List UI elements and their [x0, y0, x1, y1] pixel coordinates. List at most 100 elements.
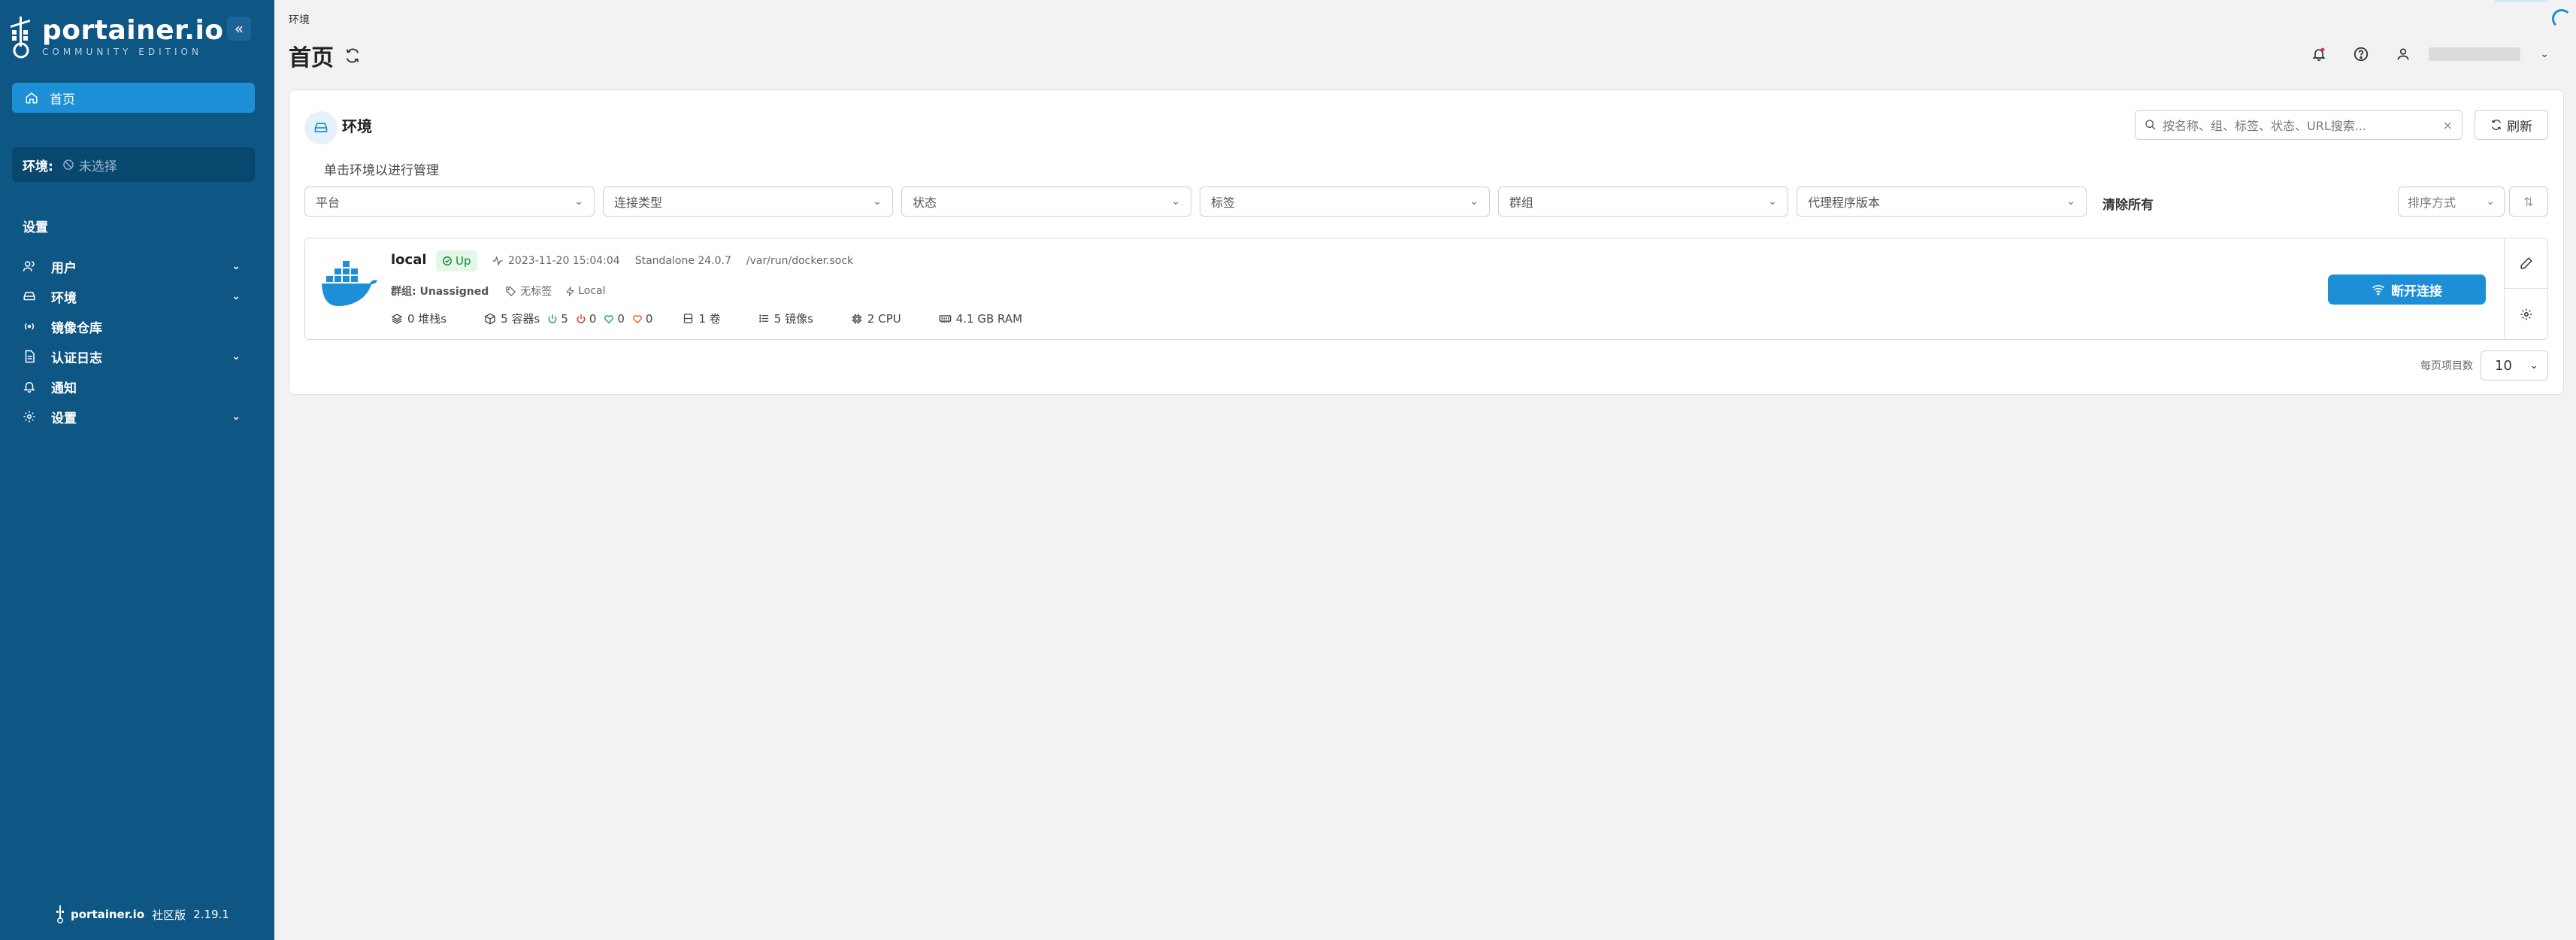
environment-group: 群组: Unassigned [391, 286, 489, 298]
sidebar-item-label: 用户 [51, 260, 77, 276]
sidebar-item-auth-logs[interactable]: 认证日志 ⌄ [21, 341, 251, 371]
edit-environment-button[interactable] [2505, 238, 2547, 289]
disconnect-button[interactable]: 断开连接 [2328, 274, 2486, 305]
help-button[interactable] [2344, 38, 2378, 71]
filter-label: 代理程序版本 [1808, 196, 1881, 210]
current-environment: 环境: 未选择 [12, 147, 255, 182]
environment-label: 环境: [23, 159, 53, 174]
environment-tags: 无标签 [520, 286, 552, 298]
sidebar-item-users[interactable]: 用户 ⌄ [21, 251, 251, 281]
per-page-label: 每页项目数 [2420, 360, 2473, 372]
refresh-icon [2492, 120, 2501, 130]
sidebar: portainer.io COMMUNITY EDITION « 首页 环境: … [0, 0, 274, 940]
environment-icon [23, 292, 35, 301]
footer-edition: 社区版 [152, 908, 186, 922]
status-badge: Up [436, 250, 477, 271]
panel-title: 环境 [342, 117, 372, 135]
username-placeholder[interactable] [2429, 47, 2521, 61]
sidebar-item-label: 通知 [51, 381, 77, 396]
chevron-down-icon[interactable]: ⌄ [2540, 48, 2549, 60]
volumes-count: 1 卷 [698, 312, 721, 326]
ram-stat: 4.1 GB RAM [939, 312, 1022, 326]
filter-status[interactable]: 状态 ⌄ [901, 186, 1191, 217]
filter-platform[interactable]: 平台 ⌄ [304, 186, 595, 217]
filter-tags[interactable]: 标签 ⌄ [1200, 186, 1490, 217]
sidebar-footer: portainer.io 社区版 2.19.1 [56, 905, 229, 923]
bell-icon [2312, 47, 2326, 62]
heartbeat-icon [492, 256, 503, 266]
sidebar-item-environments[interactable]: 环境 ⌄ [21, 281, 251, 311]
card-actions [2504, 238, 2547, 339]
check-circle-icon [443, 256, 452, 265]
power-off-icon [577, 314, 586, 323]
portainer-logo-icon [11, 17, 30, 59]
stacks-stat: 0 堆栈s [391, 311, 446, 326]
sort-direction-button[interactable]: ⇅ [2509, 186, 2548, 217]
sidebar-item-label: 首页 [50, 92, 75, 108]
chevron-down-icon: ⌄ [1470, 196, 1479, 208]
sort-by-select[interactable]: 排序方式 ⌄ [2398, 186, 2505, 217]
sidebar-item-notifications[interactable]: 通知 [21, 371, 251, 402]
environment-meta: 2023-11-20 15:04:04 Standalone 24.0.7 /v… [492, 255, 868, 267]
filter-label: 标签 [1211, 196, 1236, 210]
gear-icon [2520, 308, 2532, 320]
gear-icon [23, 411, 35, 423]
clear-search-icon[interactable]: × [2443, 118, 2453, 132]
disconnect-label: 断开连接 [2391, 284, 2442, 299]
environment-icon [314, 123, 328, 132]
sort-placeholder: 排序方式 [2408, 196, 2456, 210]
environment-settings-button[interactable] [2505, 289, 2547, 339]
refresh-button[interactable]: 刷新 [2475, 110, 2548, 140]
filter-agent-version[interactable]: 代理程序版本 ⌄ [1797, 186, 2087, 217]
environment-stats: 0 堆栈s 5 容器s 5 0 0 0 1 卷 5 镜像s 2 CPU 4.1 … [391, 311, 1060, 326]
user-menu-button[interactable] [2387, 38, 2420, 71]
environment-value: 未选择 [78, 159, 117, 174]
tag-icon [506, 286, 516, 296]
user-icon [2397, 48, 2409, 60]
filter-connection-type[interactable]: 连接类型 ⌄ [603, 186, 893, 217]
users-icon [23, 261, 35, 271]
loading-spinner-icon [2552, 9, 2571, 29]
logo-name: portainer.io [42, 15, 224, 46]
notifications-button[interactable] [2302, 38, 2335, 71]
refresh-icon[interactable] [344, 47, 361, 64]
stacks-count: 0 堆栈s [407, 312, 447, 326]
chevron-down-icon: ⌄ [2066, 196, 2075, 208]
chevron-down-icon[interactable]: ⌄ [232, 411, 241, 423]
refresh-label: 刷新 [2507, 119, 2532, 135]
help-icon [2354, 47, 2369, 62]
power-on-icon [548, 314, 557, 323]
sidebar-item-label: 镜像仓库 [51, 320, 102, 336]
heart-healthy-icon [604, 314, 614, 323]
home-icon [26, 92, 38, 104]
environment-url: /var/run/docker.sock [746, 255, 854, 267]
topbar-actions: ⌄ [2293, 38, 2549, 71]
collapse-sidebar-button[interactable]: « [227, 17, 251, 41]
database-icon [684, 314, 693, 323]
chevron-down-icon: ⌄ [574, 196, 583, 208]
chevron-down-icon[interactable]: ⌄ [232, 290, 241, 302]
stopped-count: 0 [589, 311, 597, 326]
per-page-value: 10 [2495, 357, 2512, 374]
sidebar-item-label: 设置 [51, 411, 77, 426]
filter-groups[interactable]: 群组 ⌄ [1498, 186, 1788, 217]
log-icon [25, 350, 35, 363]
sidebar-item-settings[interactable]: 设置 ⌄ [21, 402, 251, 432]
environment-type: Standalone 24.0.7 [634, 255, 731, 267]
registry-icon [24, 323, 35, 330]
stack-icon [391, 313, 403, 324]
search-input[interactable]: 按名称、组、标签、状态、URL搜索... × [2135, 110, 2462, 140]
footer-version: 2.19.1 [193, 908, 229, 921]
wifi-icon [2372, 285, 2384, 296]
sidebar-item-home[interactable]: 首页 [12, 83, 255, 113]
pagination: 每页项目数 10 ⌄ [2420, 350, 2548, 381]
portainer-logo[interactable]: portainer.io COMMUNITY EDITION [9, 15, 224, 59]
chevron-down-icon[interactable]: ⌄ [232, 260, 241, 272]
clear-all-filters-button[interactable]: 清除所有 [2102, 194, 2154, 213]
per-page-select[interactable]: 10 ⌄ [2481, 350, 2548, 381]
environment-card[interactable]: local Up 2023-11-20 15:04:04 Standalone … [304, 238, 2548, 340]
chevron-down-icon: ⌄ [1171, 196, 1180, 208]
environment-tags-row: 群组: Unassigned 无标签 Local [391, 284, 619, 299]
sidebar-item-registries[interactable]: 镜像仓库 [21, 311, 251, 341]
chevron-down-icon[interactable]: ⌄ [232, 350, 241, 362]
